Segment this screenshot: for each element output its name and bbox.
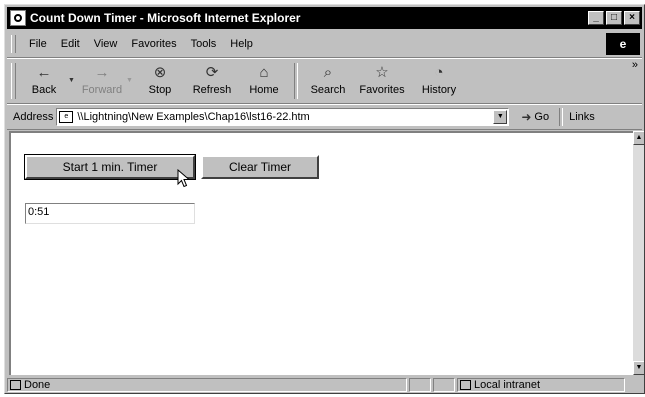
scroll-up-icon[interactable]: ▲ (633, 131, 644, 145)
links-button[interactable]: Links (569, 111, 595, 123)
address-label: Address (13, 111, 54, 123)
search-icon: ⌕ (323, 64, 333, 81)
standard-toolbar: ← Back ▼ → Forward ▼ ⊗ Stop ⟳ Refresh ⌂ … (7, 58, 642, 104)
forward-arrow-icon: → (94, 64, 110, 81)
page-content: Start 1 min. Timer Clear Timer 0:51 (9, 131, 633, 375)
address-bar: Address e \\Lightning\New Examples\Chap1… (7, 104, 642, 130)
intranet-zone-icon (460, 380, 471, 390)
home-button[interactable]: ⌂ Home (240, 59, 288, 96)
menu-tools[interactable]: Tools (184, 38, 224, 50)
stop-label: Stop (148, 84, 172, 96)
forward-label: Forward (81, 84, 123, 96)
start-timer-button[interactable]: Start 1 min. Timer (24, 154, 196, 180)
title-bar: Count Down Timer - Microsoft Internet Ex… (7, 7, 642, 29)
address-input[interactable]: e \\Lightning\New Examples\Chap16\lst16-… (56, 108, 510, 126)
browser-window: Count Down Timer - Microsoft Internet Ex… (4, 4, 645, 394)
home-label: Home (249, 84, 279, 96)
refresh-button[interactable]: ⟳ Refresh (184, 59, 240, 96)
menu-bar: File Edit View Favorites Tools Help e (7, 31, 642, 58)
toolbar-separator (294, 63, 298, 99)
favorites-icon: ☆ (375, 64, 389, 81)
clear-timer-button[interactable]: Clear Timer (201, 155, 319, 179)
address-url: \\Lightning\New Examples\Chap16\lst16-22… (77, 111, 310, 123)
forward-dropdown-icon[interactable]: ▼ (126, 77, 136, 84)
back-arrow-icon: ← (36, 64, 52, 81)
close-button[interactable]: × (624, 11, 640, 25)
menu-file[interactable]: File (22, 38, 54, 50)
menu-help[interactable]: Help (223, 38, 260, 50)
status-pane-blank (433, 378, 455, 392)
ie-page-icon (10, 10, 26, 26)
menu-favorites[interactable]: Favorites (124, 38, 183, 50)
minimize-button[interactable]: _ (588, 11, 604, 25)
back-dropdown-icon[interactable]: ▼ (68, 77, 78, 84)
favorites-label: Favorites (359, 84, 405, 96)
forward-button[interactable]: → Forward (78, 59, 126, 96)
search-label: Search (310, 84, 346, 96)
zone-text: Local intranet (474, 379, 541, 391)
stop-button[interactable]: ⊗ Stop (136, 59, 184, 96)
timer-display-input[interactable]: 0:51 (25, 203, 195, 224)
history-button[interactable]: ◔ History (412, 59, 466, 96)
refresh-icon: ⟳ (205, 64, 219, 81)
status-text: Done (24, 379, 51, 391)
status-main-pane: Done (7, 378, 407, 392)
toolbar-grip[interactable] (11, 63, 16, 99)
status-pane-blank (409, 378, 431, 392)
home-icon: ⌂ (259, 64, 269, 81)
back-button[interactable]: ← Back (20, 59, 68, 96)
page-icon: e (59, 111, 74, 123)
favorites-button[interactable]: ☆ Favorites (352, 59, 412, 96)
vertical-scrollbar[interactable]: ▲ ▼ (633, 131, 644, 375)
menu-view[interactable]: View (87, 38, 125, 50)
window-title: Count Down Timer - Microsoft Internet Ex… (30, 11, 301, 25)
page-done-icon (10, 380, 21, 390)
history-label: History (421, 84, 457, 96)
maximize-button[interactable]: □ (606, 11, 622, 25)
links-separator (559, 108, 564, 126)
scroll-down-icon[interactable]: ▼ (633, 361, 644, 375)
go-arrow-icon: ➜ (521, 110, 532, 124)
toolbar-chevron-icon[interactable]: » (632, 59, 638, 71)
refresh-label: Refresh (192, 84, 232, 96)
mouse-pointer-icon (177, 169, 191, 188)
stop-icon: ⊗ (153, 64, 167, 81)
search-button[interactable]: ⌕ Search (304, 59, 352, 96)
go-button[interactable]: ➜ Go (521, 110, 549, 124)
history-icon: ◔ (434, 64, 444, 81)
go-label: Go (534, 111, 550, 123)
address-dropdown-icon[interactable]: ▼ (493, 110, 508, 124)
menu-grip[interactable] (11, 35, 16, 53)
back-label: Back (31, 84, 57, 96)
ie-throbber-icon: e (606, 33, 640, 55)
menu-edit[interactable]: Edit (54, 38, 87, 50)
status-zone-pane: Local intranet (457, 378, 625, 392)
status-bar: Done Local intranet (7, 377, 642, 393)
